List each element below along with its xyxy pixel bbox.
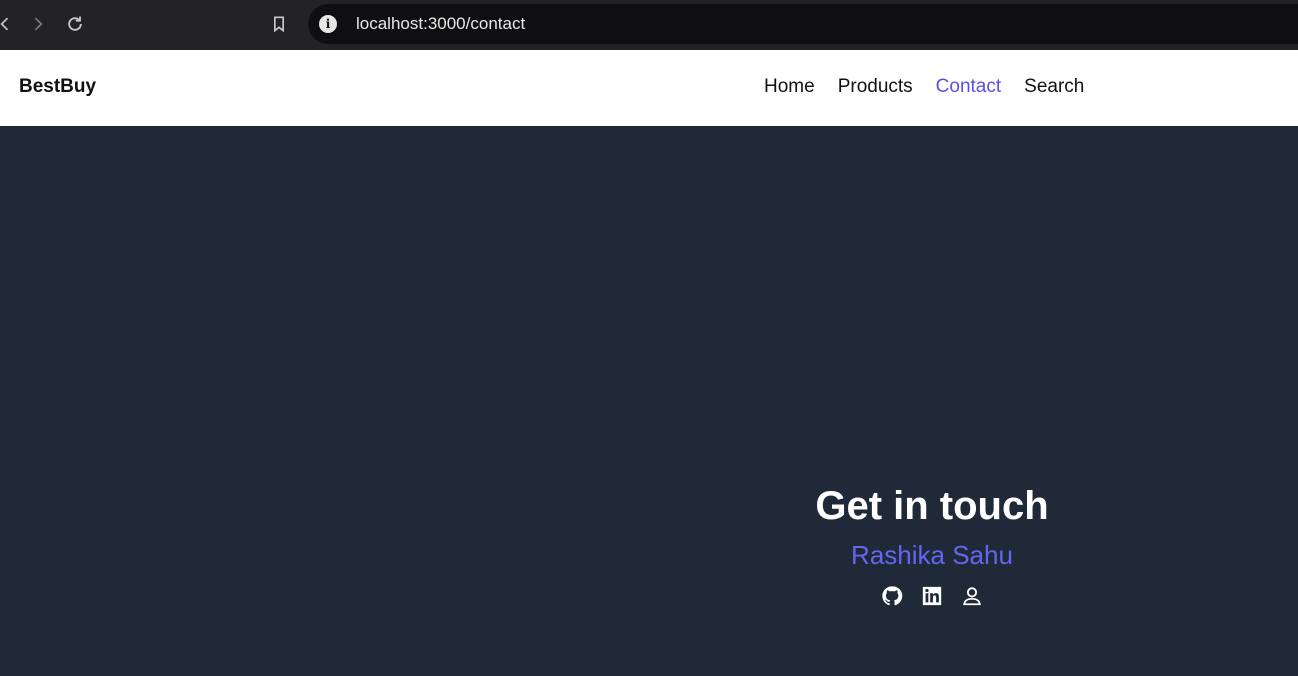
- main-content: Get in touch Rashika Sahu: [0, 126, 1298, 676]
- contact-section: Get in touch Rashika Sahu: [782, 484, 1082, 607]
- github-icon[interactable]: [881, 585, 903, 607]
- social-links: [782, 585, 1082, 607]
- browser-toolbar: i localhost:3000/contact: [0, 0, 1298, 50]
- contact-title: Get in touch: [815, 484, 1049, 528]
- nav-products[interactable]: Products: [838, 76, 913, 98]
- contact-name: Rashika Sahu: [851, 540, 1013, 570]
- user-icon[interactable]: [961, 585, 983, 607]
- nav-contact[interactable]: Contact: [936, 76, 1001, 98]
- forward-icon[interactable]: [25, 11, 51, 37]
- site-header: BestBuy Home Products Contact Search: [0, 50, 1298, 126]
- back-icon[interactable]: [0, 11, 18, 37]
- reload-icon[interactable]: [62, 11, 88, 37]
- nav-search[interactable]: Search: [1024, 76, 1084, 98]
- nav-home[interactable]: Home: [764, 76, 815, 98]
- main-nav: Home Products Contact Search: [764, 76, 1084, 98]
- brand-logo[interactable]: BestBuy: [19, 76, 96, 98]
- linkedin-icon[interactable]: [921, 585, 943, 607]
- url-text[interactable]: localhost:3000/contact: [356, 14, 525, 34]
- address-bar[interactable]: i localhost:3000/contact: [308, 4, 1298, 44]
- bookmark-icon[interactable]: [266, 11, 292, 37]
- site-info-icon[interactable]: i: [319, 15, 337, 33]
